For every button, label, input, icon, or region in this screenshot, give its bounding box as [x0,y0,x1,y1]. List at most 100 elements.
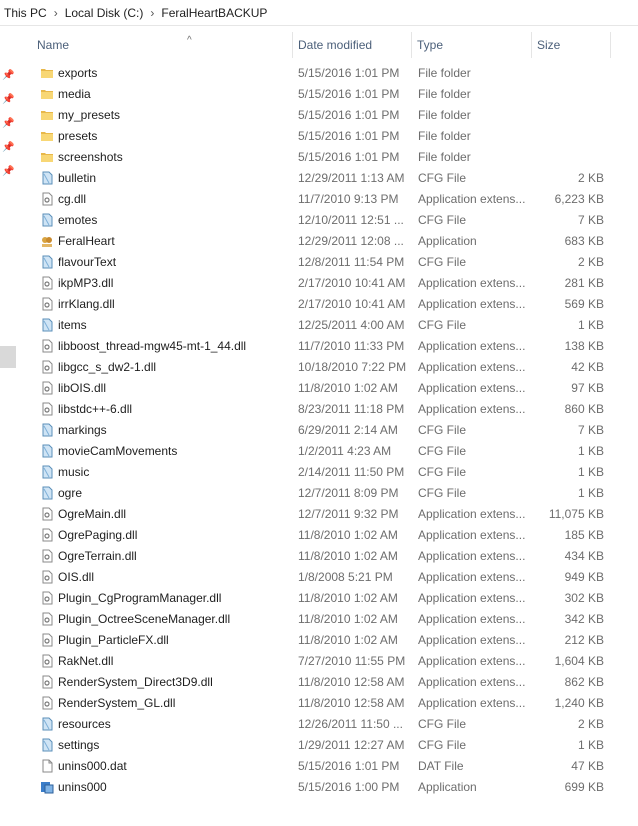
file-name: media [58,87,91,101]
file-row[interactable]: libOIS.dll 11/8/2010 1:02 AM Application e… [20,378,638,399]
file-row[interactable]: Plugin_CgProgramManager.dll 11/8/2010 1:0… [20,588,638,609]
file-type: Application [418,234,477,248]
file-date-modified: 5/15/2016 1:01 PM [298,150,400,164]
column-header-name[interactable]: Name ^ [32,32,293,58]
file-date-modified: 10/18/2010 7:22 PM [298,360,407,374]
file-row[interactable]: RenderSystem_GL.dll 11/8/2010 12:58 AM App… [20,693,638,714]
file-type: Application extens... [418,612,526,626]
file-name: ogre [58,486,83,500]
file-row[interactable]: OIS.dll 1/8/2008 5:21 PM Application exten… [20,567,638,588]
app-icon [40,234,54,248]
dll-file-icon [40,381,54,395]
file-size: 7 KB [577,213,604,227]
dll-file-icon [40,570,54,584]
pin-icon[interactable]: 📌 [2,70,14,82]
file-row[interactable]: cg.dll 11/7/2010 9:13 PM Application exten… [20,189,638,210]
cfg-file-icon [40,444,54,458]
file-type: Application extens... [418,654,526,668]
column-header-date[interactable]: Date modified [293,32,412,58]
file-row[interactable]: RenderSystem_Direct3D9.dll 11/8/2010 12:5… [20,672,638,693]
file-row[interactable]: screenshots 5/15/2016 1:01 PM File folder [20,147,638,168]
file-row[interactable]: markings 6/29/2011 2:14 AM CFG File 7 KB [20,420,638,441]
file-name: irrKlang.dll [58,297,115,311]
file-type: Application extens... [418,528,526,542]
file-name: unins000 [58,780,107,794]
file-type: CFG File [418,444,466,458]
file-size: 434 KB [564,549,604,563]
dll-file-icon [40,696,54,710]
file-row[interactable]: resources 12/26/2011 11:50 ... CFG File 2 K… [20,714,638,735]
cfg-file-icon [40,423,54,437]
file-name: movieCamMovements [58,444,178,458]
file-date-modified: 11/8/2010 1:02 AM [298,381,398,395]
file-name: settings [58,738,100,752]
file-row[interactable]: my_presets 5/15/2016 1:01 PM File folder [20,105,638,126]
file-type: Application extens... [418,633,526,647]
file-type: CFG File [418,318,466,332]
dll-file-icon [40,591,54,605]
file-date-modified: 11/7/2010 11:33 PM [298,339,405,353]
file-row[interactable]: ogre 12/7/2011 8:09 PM CFG File 1 KB [20,483,638,504]
file-row[interactable]: libstdc++-6.dll 8/23/2011 11:18 PM Applica… [20,399,638,420]
file-size: 1,604 KB [554,654,604,668]
breadcrumb-current-folder[interactable]: FeralHeartBACKUP [161,6,267,20]
dll-file-icon [40,528,54,542]
file-row[interactable]: music 2/14/2011 11:50 PM CFG File 1 KB [20,462,638,483]
file-row[interactable]: media 5/15/2016 1:01 PM File folder [20,84,638,105]
file-size: 7 KB [577,423,604,437]
file-row[interactable]: presets 5/15/2016 1:01 PM File folder [20,126,638,147]
file-row[interactable]: OgrePaging.dll 11/8/2010 1:02 AM Applicati… [20,525,638,546]
cfg-file-icon [40,486,54,500]
dll-file-icon [40,549,54,563]
file-size: 860 KB [564,402,604,416]
column-header-size[interactable]: Size [532,32,611,58]
pin-icon[interactable]: 📌 [2,118,14,130]
file-list: exports 5/15/2016 1:01 PM File folder media… [20,63,638,798]
file-row[interactable]: exports 5/15/2016 1:01 PM File folder [20,63,638,84]
breadcrumb-separator-icon[interactable]: › [54,6,58,20]
file-date-modified: 1/29/2011 12:27 AM [298,738,405,752]
file-row[interactable]: unins000.dat 5/15/2016 1:01 PM DAT File 47 … [20,756,638,777]
file-row[interactable]: Plugin_OctreeSceneManager.dll 11/8/2010 1… [20,609,638,630]
file-row[interactable]: emotes 12/10/2011 12:51 ... CFG File 7 KB [20,210,638,231]
file-size: 1 KB [577,444,604,458]
file-row[interactable]: ikpMP3.dll 2/17/2010 10:41 AM Application … [20,273,638,294]
file-row[interactable]: Plugin_ParticleFX.dll 11/8/2010 1:02 AM Ap… [20,630,638,651]
breadcrumb-separator-icon[interactable]: › [150,6,154,20]
file-name: my_presets [58,108,121,122]
dll-file-icon [40,297,54,311]
file-row[interactable]: libboost_thread-mgw45-mt-1_44.dll 11/7/20… [20,336,638,357]
breadcrumb-local-disk[interactable]: Local Disk (C:) [65,6,144,20]
file-row[interactable]: OgreTerrain.dll 11/8/2010 1:02 AM Applicat… [20,546,638,567]
file-row[interactable]: items 12/25/2011 4:00 AM CFG File 1 KB [20,315,638,336]
pin-icon[interactable]: 📌 [2,142,14,154]
file-name: OgreTerrain.dll [58,549,137,563]
file-type: File folder [418,66,471,80]
folder-icon [40,129,54,143]
file-name: presets [58,129,98,143]
file-size: 97 KB [571,381,604,395]
file-row[interactable]: bulletin 12/29/2011 1:13 AM CFG File 2 KB [20,168,638,189]
dat-file-icon [40,759,54,773]
folder-icon [40,150,54,164]
file-row[interactable]: flavourText 12/8/2011 11:54 PM CFG File 2 K… [20,252,638,273]
file-row[interactable]: RakNet.dll 7/27/2010 11:55 PM Application … [20,651,638,672]
file-date-modified: 5/15/2016 1:01 PM [298,87,400,101]
file-row[interactable]: unins000 5/15/2016 1:00 PM Application 699 … [20,777,638,798]
file-date-modified: 11/8/2010 1:02 AM [298,612,398,626]
file-type: Application extens... [418,339,526,353]
file-row[interactable]: OgreMain.dll 12/7/2011 9:32 PM Application… [20,504,638,525]
navigation-pane-edge: 📌 📌 📌 📌 📌 [0,26,20,826]
pin-icon[interactable]: 📌 [2,166,14,178]
file-row[interactable]: FeralHeart 12/29/2011 12:08 ... Applicatio… [20,231,638,252]
file-row[interactable]: irrKlang.dll 2/17/2010 10:41 AM Applicatio… [20,294,638,315]
column-header-type[interactable]: Type [412,32,532,58]
navigation-scrollbar-thumb[interactable] [0,346,16,368]
file-row[interactable]: movieCamMovements 1/2/2011 4:23 AM CFG Fil… [20,441,638,462]
file-name: FeralHeart [58,234,115,248]
file-date-modified: 11/8/2010 12:58 AM [298,696,405,710]
file-row[interactable]: libgcc_s_dw2-1.dll 10/18/2010 7:22 PM Appl… [20,357,638,378]
breadcrumb-this-pc[interactable]: This PC [4,6,47,20]
pin-icon[interactable]: 📌 [2,94,14,106]
file-row[interactable]: settings 1/29/2011 12:27 AM CFG File 1 KB [20,735,638,756]
